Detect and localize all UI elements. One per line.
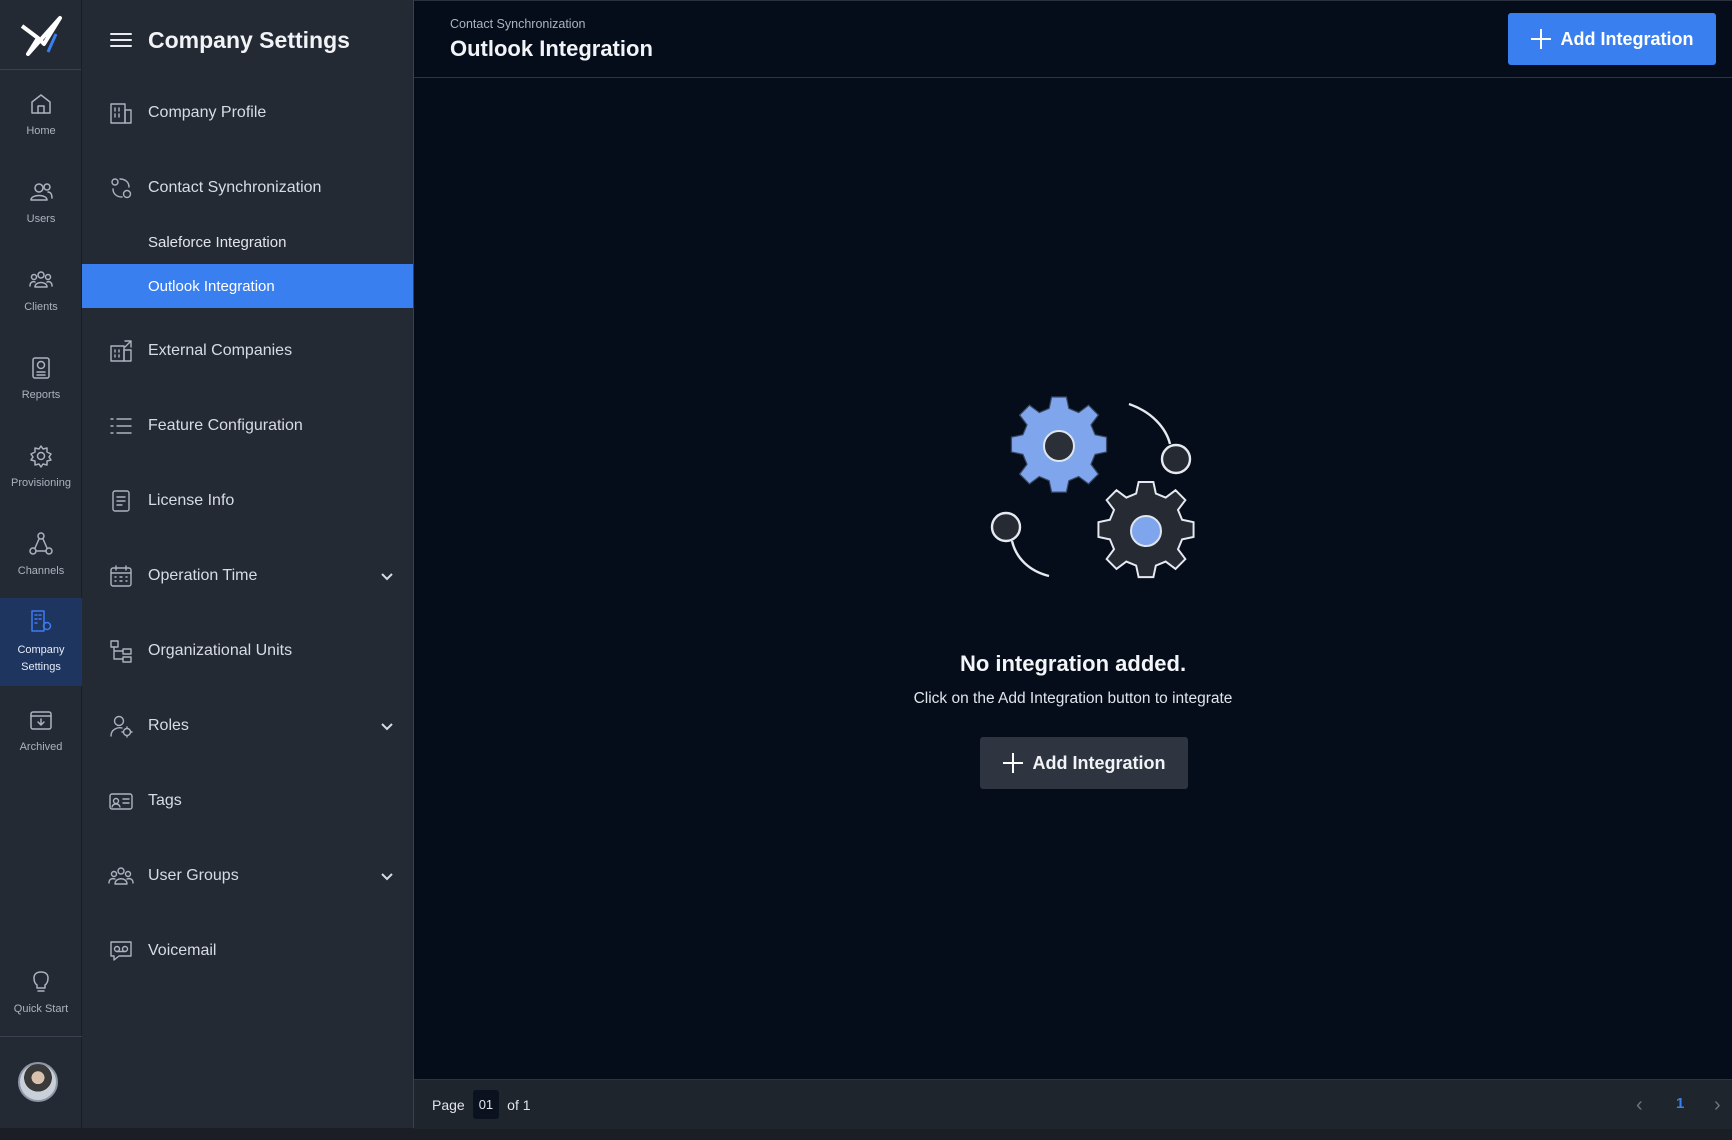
menu-item-company-profile[interactable]: Company Profile	[82, 88, 413, 138]
home-icon	[28, 91, 54, 117]
rail-item-label: Provisioning	[11, 477, 71, 489]
breadcrumb[interactable]: Contact Synchronization	[450, 17, 586, 31]
menu-item-label: Feature Configuration	[148, 417, 303, 434]
reports-icon	[28, 355, 54, 381]
chevron-left-icon[interactable]: ‹	[1636, 1094, 1643, 1117]
rail-item-company-settings[interactable]: Company Settings	[0, 598, 82, 686]
pagination-bar: Page 01 of 1 ‹ 1 ›	[414, 1079, 1732, 1129]
gear-icon	[28, 443, 54, 469]
menu-item-label: Roles	[148, 717, 189, 734]
rail-item-label: Archived	[19, 741, 63, 753]
sub-item-saleforce-integration[interactable]: Saleforce Integration	[82, 220, 413, 264]
panel-title: Company Settings	[148, 26, 350, 53]
sub-item-outlook-integration[interactable]: Outlook Integration	[82, 264, 413, 308]
menu-item-user-groups[interactable]: User Groups	[82, 851, 413, 901]
gears-illustration	[984, 386, 1204, 596]
menu-item-label: Organizational Units	[148, 642, 293, 659]
menu-item-tags[interactable]: Tags	[82, 776, 413, 826]
menu-item-voicemail[interactable]: Voicemail	[82, 926, 413, 976]
page-header: Contact Synchronization Outlook Integrat…	[414, 1, 1732, 78]
empty-state-title: No integration added.	[959, 651, 1187, 676]
archive-icon	[28, 707, 54, 733]
rail-item-users[interactable]: Users	[0, 158, 82, 246]
user-groups-icon	[108, 863, 134, 889]
page-total-label: of 1	[507, 1096, 531, 1113]
menu-item-organizational-units[interactable]: Organizational Units	[82, 626, 413, 676]
menu-item-operation-time[interactable]: Operation Time	[82, 551, 413, 601]
plus-icon	[1002, 753, 1023, 773]
rail-item-label: Quick Start	[13, 1003, 69, 1015]
rail-item-label: Reports	[21, 389, 61, 401]
menu-item-feature-configuration[interactable]: Feature Configuration	[82, 401, 413, 451]
rail-item-archived[interactable]: Archived	[0, 686, 82, 774]
menu-item-label: External Companies	[148, 342, 293, 359]
empty-state-button-label: Add Integration	[1032, 752, 1166, 773]
rail-item-label: Clients	[24, 301, 58, 313]
users-icon	[28, 179, 54, 205]
logo-icon	[20, 15, 62, 56]
avatar[interactable]	[18, 1062, 58, 1102]
rail-item-label: Home	[26, 125, 56, 137]
rail-item-channels[interactable]: Channels	[0, 510, 82, 598]
empty-state-subtitle: Click on the Add Integration button to i…	[913, 690, 1233, 707]
rail-item-provisioning[interactable]: Provisioning	[0, 422, 82, 510]
page-number-input[interactable]: 01	[472, 1090, 500, 1119]
menu-item-label: License Info	[148, 492, 235, 509]
rail-divider	[0, 1036, 82, 1037]
tag-card-icon	[108, 788, 134, 814]
menu-item-roles[interactable]: Roles	[82, 701, 413, 751]
plus-icon	[1530, 29, 1551, 49]
voicemail-icon	[108, 938, 134, 964]
current-page-number[interactable]: 1	[1676, 1095, 1684, 1112]
empty-state-add-integration-button[interactable]: Add Integration	[980, 737, 1188, 789]
rail-item-label: Company Settings	[17, 644, 65, 673]
app-logo[interactable]	[0, 0, 81, 70]
org-tree-icon	[108, 638, 134, 664]
settings-panel: Company Settings Company Profile Contact…	[82, 0, 414, 1128]
rail-item-home[interactable]: Home	[0, 70, 82, 158]
icon-rail: Home Users Clients Reports Provisioning …	[0, 0, 82, 1128]
menu-item-external-companies[interactable]: External Companies	[82, 326, 413, 376]
chevron-right-icon[interactable]: ›	[1714, 1094, 1721, 1117]
main-content: Contact Synchronization Outlook Integrat…	[414, 0, 1732, 1129]
chevron-down-icon[interactable]	[379, 868, 395, 884]
list-icon	[108, 413, 134, 439]
sub-item-label: Saleforce Integration	[148, 233, 287, 251]
rail-item-clients[interactable]: Clients	[0, 246, 82, 334]
chevron-down-icon[interactable]	[379, 718, 395, 734]
rail-item-quick-start[interactable]: Quick Start	[0, 948, 82, 1036]
menu-item-license-info[interactable]: License Info	[82, 476, 413, 526]
sub-item-label: Outlook Integration	[148, 277, 275, 295]
panel-header: Company Settings	[82, 0, 413, 80]
building-icon	[108, 100, 134, 126]
lightbulb-icon	[28, 969, 54, 995]
clients-icon	[28, 267, 54, 293]
sync-icon	[108, 175, 134, 201]
rail-item-label: Channels	[17, 565, 65, 577]
channels-icon	[28, 531, 54, 557]
menu-item-label: Voicemail	[148, 942, 217, 959]
rail-item-label: Users	[26, 213, 56, 225]
calendar-icon	[108, 563, 134, 589]
menu-item-label: User Groups	[148, 867, 239, 884]
menu-item-label: Company Profile	[148, 104, 267, 121]
menu-item-label: Contact Synchronization	[148, 179, 322, 196]
menu-item-label: Operation Time	[148, 567, 258, 584]
company-settings-icon	[28, 608, 54, 634]
add-integration-button[interactable]: Add Integration	[1508, 13, 1716, 65]
external-companies-icon	[108, 338, 134, 364]
document-icon	[108, 488, 134, 514]
page-title: Outlook Integration	[450, 36, 653, 61]
menu-item-contact-synchronization[interactable]: Contact Synchronization	[82, 163, 413, 213]
menu-item-label: Tags	[148, 792, 182, 809]
add-integration-label: Add Integration	[1560, 28, 1694, 49]
hamburger-menu-icon[interactable]	[110, 31, 132, 49]
page-label: Page	[432, 1096, 465, 1113]
user-gear-icon	[108, 713, 134, 739]
chevron-down-icon[interactable]	[379, 568, 395, 584]
rail-item-reports[interactable]: Reports	[0, 334, 82, 422]
